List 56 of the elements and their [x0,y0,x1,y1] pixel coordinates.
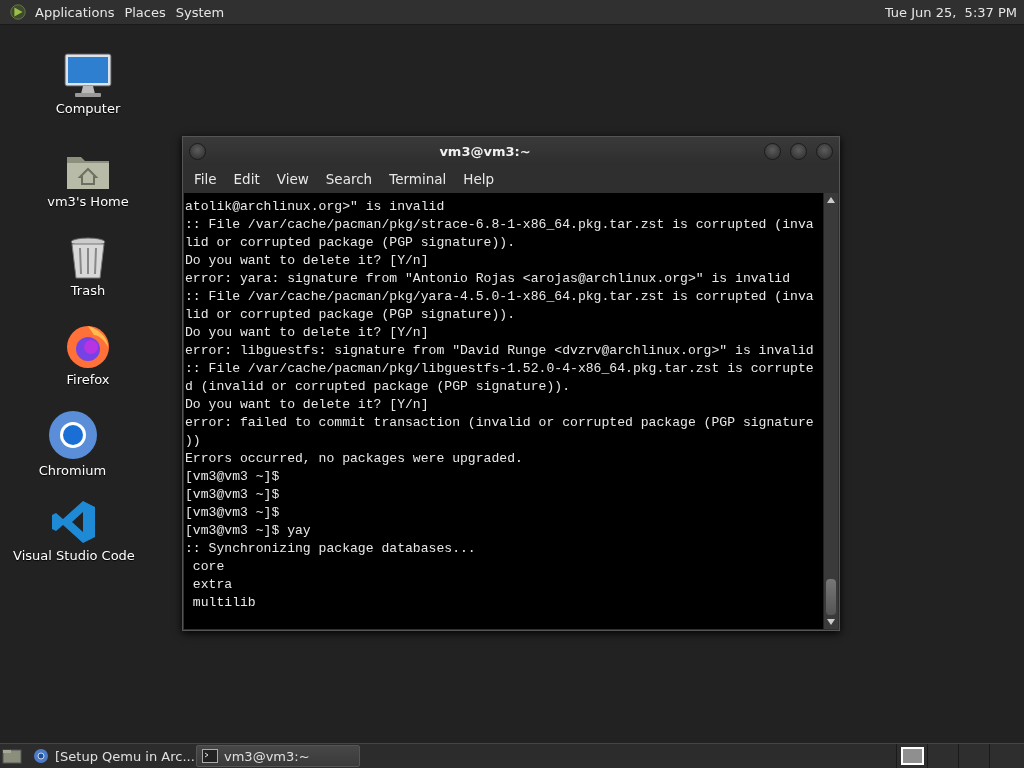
terminal-line: extra [191,576,234,594]
terminal-line: d (invalid or corrupted package (PGP signature)). [185,378,572,396]
terminal-line: [vm3@vm3 ~]$ [185,486,281,504]
workspace[interactable] [896,744,927,768]
menu-item[interactable]: Edit [226,168,267,190]
panel-menu[interactable]: System [170,2,230,22]
trash-icon[interactable] [68,236,108,280]
menu-item[interactable]: Help [456,168,502,190]
terminal-line: lid or corrupted package (PGP signature)). [185,306,517,324]
terminal-line: :: Synchronizing package databases... [185,540,477,558]
taskbar-button[interactable]: vm3@vm3:~ [196,745,360,767]
window-title: vm3@vm3:~ [438,143,532,159]
menu-item[interactable]: Search [318,168,380,190]
taskbar-button[interactable]: [Setup Qemu in Arc... [28,745,192,767]
workspace-window-thumbnail [900,747,924,765]
icon-label[interactable]: Computer [55,101,121,116]
terminal-line: core [191,558,226,576]
terminal-line: error: libguestfs: signature from "David Runge <dvzrv@archlinux.org>" is invalid [185,342,815,360]
scroll-up-icon[interactable] [827,197,835,203]
icon-label[interactable]: Firefox [66,372,110,387]
terminal-line: Do you want to delete it? [Y/n] [185,396,430,414]
browser-icon [33,748,49,764]
menu-item[interactable]: File [187,168,224,190]
terminal-line: multilib [191,594,257,612]
terminal-line: Errors occurred, no packages were upgraded. [185,450,524,468]
panel-menu[interactable]: Places [119,2,171,22]
monitor-icon[interactable] [63,52,113,98]
icon-label[interactable]: Visual Studio Code [13,548,135,563]
terminal-line: :: File /var/cache/pacman/pkg/libguestfs-1.52.0-4-x86_64.pkg.tar.zst is corrupte [185,360,815,378]
terminal-line: Do you want to delete it? [Y/n] [185,252,430,270]
terminal-line: [vm3@vm3 ~]$ yay [185,522,312,540]
menu-item[interactable]: Terminal [382,168,454,190]
logo-icon[interactable] [9,3,27,21]
chromium-icon[interactable] [47,410,98,460]
icon-label[interactable]: Trash [70,283,106,298]
terminal-icon [202,748,218,764]
icon-label[interactable]: vm3's Home [47,194,129,209]
clock[interactable]: Tue Jun 25, 5:37 PM [877,2,1024,22]
terminal-line: error: failed to commit transaction (invalid or corrupted package (PGP signature [185,414,815,432]
terminal-line: error: yara: signature from "Antonio Rojas <arojas@archlinux.org>" is invalid [185,270,792,288]
terminal-line: lid or corrupted package (PGP signature)). [185,234,517,252]
terminal-line: [vm3@vm3 ~]$ [185,468,281,486]
terminal-line: :: File /var/cache/pacman/pkg/yara-4.5.0-1-x86_64.pkg.tar.zst is corrupted (inva [185,288,815,306]
scrollbar-thumb[interactable] [826,579,836,615]
terminal-line: Do you want to delete it? [Y/n] [185,324,430,342]
code-editor-icon[interactable] [51,499,97,545]
scroll-down-icon[interactable] [827,619,835,625]
show-desktop-icon[interactable] [2,748,22,764]
terminal-line: )) [185,432,202,450]
terminal-line: :: File /var/cache/pacman/pkg/strace-6.8-1-x86_64.pkg.tar.zst is corrupted (inva [185,216,815,234]
menu-item[interactable]: View [269,168,316,190]
terminal-line: [vm3@vm3 ~]$ [185,504,281,522]
terminal-line: atolik@archlinux.org>" is invalid [185,198,446,216]
panel-menu[interactable]: Applications [30,2,120,22]
scrollbar[interactable] [823,193,838,629]
icon-label[interactable]: Chromium [38,463,107,478]
